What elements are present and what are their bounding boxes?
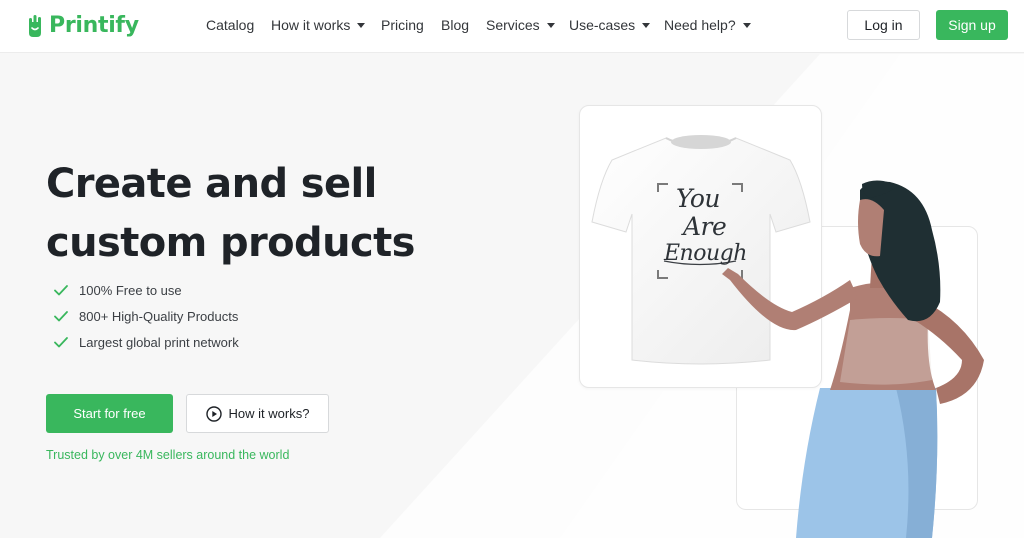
nav-item-label: Services: [486, 17, 540, 33]
nav-item-need-help[interactable]: Need help?: [664, 17, 751, 33]
nav-item-catalog[interactable]: Catalog: [206, 17, 254, 33]
nav-item-label: Need help?: [664, 17, 736, 33]
feature-item: 800+ High-Quality Products: [54, 309, 238, 324]
hero-title: Create and sell custom products: [46, 155, 466, 273]
feature-item: Largest global print network: [54, 335, 239, 350]
feature-text: 800+ High-Quality Products: [79, 309, 239, 324]
caret-down-icon: [357, 23, 366, 28]
trusted-text: Trusted by over 4M sellers around the wo…: [46, 448, 290, 462]
nav-item-blog[interactable]: Blog: [441, 17, 469, 33]
start-for-free-button[interactable]: Start for free: [46, 394, 173, 433]
feature-item: 100% Free to use: [54, 283, 182, 298]
top-navbar: Printify Catalog How it works Pricing Bl…: [0, 0, 1024, 53]
play-icon: [205, 405, 222, 422]
woman-illustration: [722, 180, 984, 538]
check-icon: [54, 337, 68, 348]
nav-item-label: Pricing: [381, 17, 424, 33]
how-it-works-label: How it works?: [228, 406, 310, 421]
check-icon: [54, 311, 68, 322]
signup-button[interactable]: Sign up: [936, 10, 1008, 40]
feature-text: Largest global print network: [79, 335, 239, 350]
caret-down-icon: [642, 23, 651, 28]
nav-item-how-it-works[interactable]: How it works: [271, 17, 366, 33]
brand-logo[interactable]: Printify: [26, 11, 139, 39]
caret-down-icon: [742, 23, 751, 28]
how-it-works-button[interactable]: How it works?: [186, 394, 329, 433]
nav-item-use-cases[interactable]: Use-cases: [569, 17, 651, 33]
hero-title-line: Create and sell: [46, 161, 377, 207]
logo-icon: [29, 15, 41, 37]
nav-item-label: Catalog: [206, 17, 255, 33]
brand-name: Printify: [49, 12, 139, 38]
hero-title-line: custom products: [46, 220, 415, 266]
nav-item-label: Use-cases: [569, 17, 636, 33]
nav-item-label: Blog: [441, 17, 470, 33]
feature-text: 100% Free to use: [79, 283, 182, 298]
nav-item-pricing[interactable]: Pricing: [381, 17, 424, 33]
login-button[interactable]: Log in: [847, 10, 920, 40]
caret-down-icon: [546, 23, 555, 28]
nav-item-services[interactable]: Services: [486, 17, 555, 33]
check-icon: [54, 285, 68, 296]
nav-item-label: How it works: [271, 17, 351, 33]
